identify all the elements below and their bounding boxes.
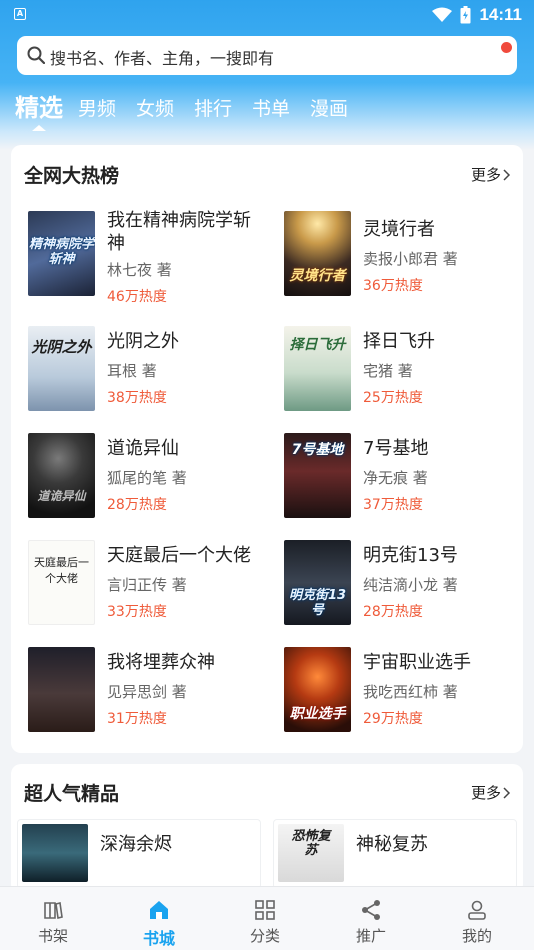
bookshelf-icon bbox=[44, 902, 63, 919]
more-label: 更多 bbox=[470, 784, 501, 802]
search-bar[interactable]: 搜书名、作者、主角，一搜即有 bbox=[17, 36, 517, 75]
book-cover: 光阴之外 bbox=[28, 326, 95, 411]
chevron-right-icon bbox=[503, 168, 511, 181]
more-label: 更多 bbox=[470, 166, 501, 184]
search-placeholder: 搜书名、作者、主角，一搜即有 bbox=[50, 49, 275, 68]
clock: 14:11 bbox=[479, 5, 522, 24]
book-author: 宅猪 著 bbox=[363, 362, 413, 380]
book-cover bbox=[22, 824, 88, 882]
book-cover: 精神病院学斩神 bbox=[28, 211, 95, 296]
popular-card: 超人气精品 更多 深海余烬 恐怖复苏 神秘复苏 bbox=[11, 764, 523, 894]
book-item[interactable]: 明克街13号 明克街13号 纯洁滴小龙 著 28万热度 bbox=[284, 540, 534, 630]
book-cover: 择日飞升 bbox=[284, 326, 351, 411]
book-cover: 7号基地 bbox=[284, 433, 351, 518]
book-cover: 道诡异仙 bbox=[28, 433, 95, 518]
nav-profile[interactable]: 我的 bbox=[424, 887, 530, 950]
book-heat: 31万热度 bbox=[107, 711, 167, 727]
book-title: 明克街13号 bbox=[363, 545, 458, 566]
tab-ranking[interactable]: 排行 bbox=[194, 94, 232, 121]
book-heat: 37万热度 bbox=[363, 497, 423, 513]
book-cover: 灵境行者 bbox=[284, 211, 351, 296]
tab-booklist[interactable]: 书单 bbox=[252, 94, 290, 121]
book-author: 林七夜 著 bbox=[107, 261, 172, 279]
book-heat: 29万热度 bbox=[363, 711, 423, 727]
nav-label: 书城 bbox=[142, 929, 175, 948]
book-author: 我吃西红柿 著 bbox=[363, 683, 458, 701]
book-heat: 38万热度 bbox=[107, 390, 167, 406]
book-cover: 天庭最后一个大佬 bbox=[28, 540, 95, 625]
nav-label: 分类 bbox=[249, 927, 280, 945]
book-title: 宇宙职业选手 bbox=[363, 652, 471, 673]
search-icon bbox=[27, 46, 45, 64]
active-tab-indicator bbox=[32, 125, 46, 131]
book-title: 光阴之外 bbox=[107, 331, 179, 352]
book-title: 天庭最后一个大佬 bbox=[107, 545, 251, 566]
category-grid-icon bbox=[255, 900, 275, 920]
book-author: 见异思剑 著 bbox=[107, 683, 187, 701]
book-item[interactable]: 7号基地 7号基地 净无痕 著 37万热度 bbox=[284, 433, 534, 523]
book-item[interactable]: 恐怖复苏 神秘复苏 bbox=[273, 819, 517, 889]
battery-icon bbox=[460, 6, 471, 24]
book-author: 卖报小郎君 著 bbox=[363, 250, 458, 268]
nav-bookstore[interactable]: 书城 bbox=[106, 887, 212, 950]
nav-bookshelf[interactable]: 书架 bbox=[0, 887, 106, 950]
book-heat: 28万热度 bbox=[107, 497, 167, 513]
app-notification-icon: A bbox=[14, 8, 26, 20]
book-title: 我将埋葬众神 bbox=[107, 652, 215, 673]
book-heat: 33万热度 bbox=[107, 604, 167, 620]
category-tabs: 精选 男频 女频 排行 书单 漫画 bbox=[0, 88, 534, 131]
book-cover: 明克街13号 bbox=[284, 540, 351, 625]
bottom-navigation: 书架 书城 分类 推广 我的 bbox=[0, 886, 534, 950]
book-heat: 25万热度 bbox=[363, 390, 423, 406]
tab-featured[interactable]: 精选 bbox=[15, 88, 63, 123]
hot-list-card: 全网大热榜 更多 精神病院学斩神 我在精神病院学斩神 林七夜 著 46万热度 灵… bbox=[11, 145, 523, 753]
book-item[interactable]: 职业选手 宇宙职业选手 我吃西红柿 著 29万热度 bbox=[284, 647, 534, 737]
tab-male[interactable]: 男频 bbox=[78, 94, 116, 121]
book-item[interactable]: 灵境行者 灵境行者 卖报小郎君 著 36万热度 bbox=[284, 211, 534, 301]
book-author: 净无痕 著 bbox=[363, 469, 428, 487]
tab-female[interactable]: 女频 bbox=[136, 94, 174, 121]
book-cover bbox=[28, 647, 95, 732]
more-link[interactable]: 更多 bbox=[471, 164, 511, 185]
book-heat: 36万热度 bbox=[363, 278, 423, 294]
share-icon bbox=[362, 900, 380, 920]
more-link[interactable]: 更多 bbox=[471, 782, 511, 803]
book-item[interactable]: 精神病院学斩神 我在精神病院学斩神 林七夜 著 46万热度 bbox=[28, 210, 278, 305]
nav-label: 书架 bbox=[37, 927, 68, 945]
book-title: 择日飞升 bbox=[363, 331, 435, 352]
home-icon bbox=[150, 901, 168, 919]
nav-category[interactable]: 分类 bbox=[212, 887, 318, 950]
book-item[interactable]: 深海余烬 bbox=[17, 819, 261, 889]
book-author: 纯洁滴小龙 著 bbox=[363, 576, 458, 594]
book-title: 灵境行者 bbox=[363, 219, 435, 240]
book-title: 我在精神病院学斩神 bbox=[107, 210, 251, 254]
book-title: 深海余烬 bbox=[100, 834, 172, 855]
book-heat: 46万热度 bbox=[107, 289, 167, 305]
section-title: 全网大热榜 bbox=[24, 165, 120, 187]
nav-label: 我的 bbox=[461, 927, 492, 945]
book-heat: 28万热度 bbox=[363, 604, 423, 620]
nav-label: 推广 bbox=[355, 927, 386, 945]
tab-comics[interactable]: 漫画 bbox=[310, 94, 348, 121]
user-icon bbox=[468, 900, 486, 920]
book-title: 7号基地 bbox=[363, 438, 429, 459]
book-author: 言归正传 著 bbox=[107, 576, 187, 594]
book-item[interactable]: 天庭最后一个大佬 天庭最后一个大佬 言归正传 著 33万热度 bbox=[28, 540, 278, 630]
book-title: 道诡异仙 bbox=[107, 438, 179, 459]
chevron-right-icon bbox=[503, 786, 511, 799]
nav-promote[interactable]: 推广 bbox=[318, 887, 424, 950]
book-item[interactable]: 择日飞升 择日飞升 宅猪 著 25万热度 bbox=[284, 326, 534, 416]
notification-dot bbox=[501, 42, 512, 53]
book-item[interactable]: 光阴之外 光阴之外 耳根 著 38万热度 bbox=[28, 326, 278, 416]
book-cover: 恐怖复苏 bbox=[278, 824, 344, 882]
book-title: 神秘复苏 bbox=[356, 834, 428, 855]
book-item[interactable]: 道诡异仙 道诡异仙 狐尾的笔 著 28万热度 bbox=[28, 433, 278, 523]
status-bar: A 14:11 bbox=[0, 0, 534, 30]
book-cover: 职业选手 bbox=[284, 647, 351, 732]
book-author: 狐尾的笔 著 bbox=[107, 469, 187, 487]
book-author: 耳根 著 bbox=[107, 362, 157, 380]
wifi-icon bbox=[432, 7, 453, 22]
book-item[interactable]: 我将埋葬众神 见异思剑 著 31万热度 bbox=[28, 647, 278, 737]
section-title: 超人气精品 bbox=[24, 783, 120, 805]
